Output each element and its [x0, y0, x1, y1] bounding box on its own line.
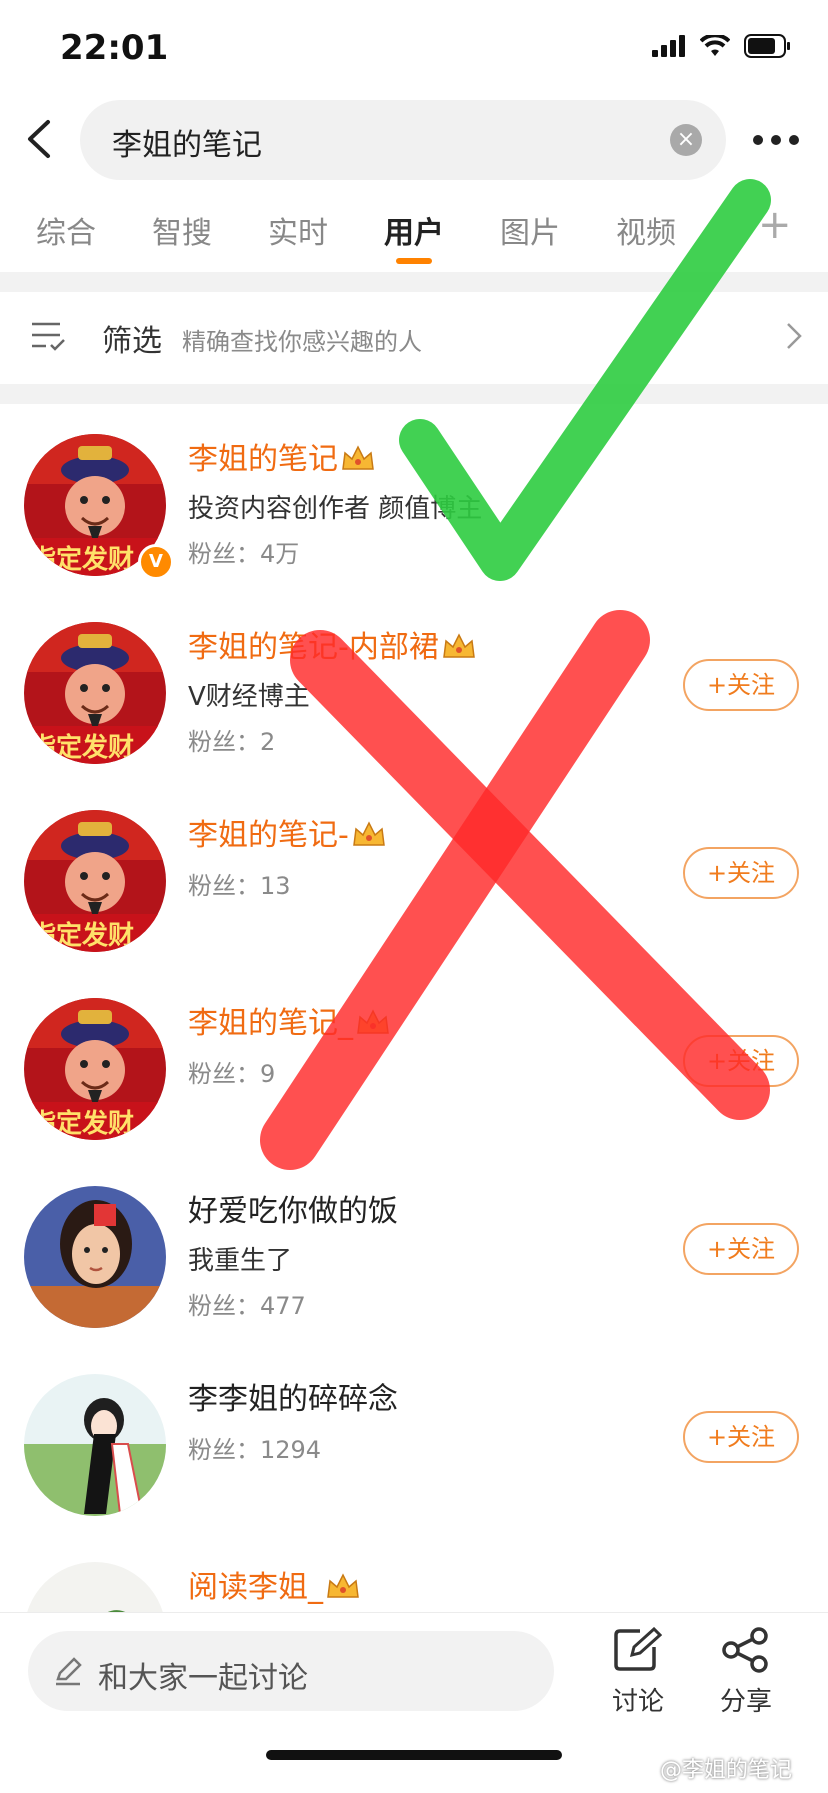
tab-smart-search[interactable]: 智搜: [152, 208, 212, 252]
comment-input[interactable]: 和大家一起讨论: [28, 1631, 554, 1711]
user-name-text: 李姐的笔记: [188, 442, 338, 477]
user-name[interactable]: 李姐的笔记_: [188, 998, 391, 1042]
user-name[interactable]: 好爱吃你做的饭: [188, 1186, 398, 1230]
search-input[interactable]: 李姐的笔记 ×: [80, 100, 726, 180]
avatar[interactable]: 指定发财: [24, 622, 166, 764]
user-description: V财经博主: [188, 682, 310, 712]
user-fans: 粉丝：477: [188, 1292, 306, 1320]
crown-icon: [342, 445, 374, 470]
search-query: 李姐的笔记: [112, 128, 262, 163]
discuss-label: 讨论: [611, 1687, 664, 1717]
chevron-right-icon: [787, 323, 802, 349]
user-name-text: 李姐的笔记-内部裙: [188, 630, 439, 665]
user-fans: 粉丝：4万: [188, 540, 300, 568]
user-name[interactable]: 阅读李姐_: [188, 1562, 361, 1606]
divider: [0, 384, 828, 404]
crown-icon: [327, 1573, 359, 1598]
filter-row[interactable]: 筛选 精确查找你感兴趣的人: [0, 292, 828, 384]
user-fans: 粉丝：1294: [188, 1436, 322, 1464]
status-time: 22:01: [60, 28, 169, 68]
svg-text:指定发财: 指定发财: [30, 1108, 134, 1139]
signal-icon: [652, 35, 685, 57]
active-tab-indicator: [396, 258, 432, 264]
tab-composite[interactable]: 综合: [36, 208, 96, 252]
share-icon: [722, 1627, 768, 1673]
follow-button[interactable]: +关注: [683, 659, 799, 711]
filter-list-icon: [32, 322, 65, 351]
user-name[interactable]: 李李姐的碎碎念: [188, 1374, 398, 1418]
crown-icon: [357, 1009, 389, 1034]
user-description: 我重生了: [188, 1246, 293, 1276]
user-name-text: 阅读李姐_: [188, 1570, 323, 1605]
svg-text:指定发财: 指定发财: [30, 732, 134, 763]
tab-bar: 综合 智搜 实时 用户 图片 视频 +: [0, 196, 828, 268]
user-name[interactable]: 李姐的笔记-内部裙: [188, 622, 477, 666]
user-description: 投资内容创作者 颜值博主: [188, 494, 483, 524]
svg-text:指定发财: 指定发财: [30, 544, 134, 575]
crown-icon: [352, 821, 385, 846]
divider: [0, 272, 828, 292]
follow-button[interactable]: +关注: [683, 1411, 799, 1463]
share-button[interactable]: 分享: [706, 1627, 786, 1718]
follow-button[interactable]: +关注: [683, 1223, 799, 1275]
crown-icon: [442, 633, 475, 658]
avatar[interactable]: 指定发财: [24, 810, 166, 952]
tab-users[interactable]: 用户: [384, 208, 444, 252]
user-result-1[interactable]: 指定发财 V 李姐的笔记 投资内容创作者 颜值博主 粉丝：4万: [0, 404, 828, 593]
verified-badge: V: [138, 544, 174, 580]
tab-videos[interactable]: 视频: [616, 208, 676, 252]
edit-icon: [614, 1626, 663, 1671]
status-icons: [652, 34, 792, 58]
avatar[interactable]: [24, 1186, 166, 1328]
comment-placeholder: 和大家一起讨论: [98, 1661, 308, 1696]
follow-button[interactable]: +关注: [683, 847, 799, 899]
home-indicator[interactable]: [266, 1750, 562, 1760]
watermark: @李姐的笔记: [660, 1758, 793, 1783]
discuss-button[interactable]: 讨论: [598, 1626, 678, 1718]
clear-icon[interactable]: ×: [670, 124, 702, 156]
user-name[interactable]: 李姐的笔记: [188, 434, 376, 478]
user-result-6[interactable]: 李李姐的碎碎念 粉丝：1294 +关注: [0, 1344, 828, 1533]
filter-label: 筛选: [102, 324, 162, 359]
user-fans: 粉丝：2: [188, 728, 276, 756]
pen-icon: [56, 1657, 82, 1686]
add-tab-button[interactable]: +: [758, 202, 792, 248]
follow-button[interactable]: +关注: [683, 1035, 799, 1087]
back-arrow-icon[interactable]: [20, 114, 60, 164]
user-result-4[interactable]: 指定发财 李姐的笔记_ 粉丝：9 +关注: [0, 968, 828, 1157]
status-bar: 22:01: [0, 0, 828, 96]
more-dots-icon[interactable]: [752, 134, 800, 146]
user-name-text: 李姐的笔记_: [188, 1006, 353, 1041]
user-name[interactable]: 李姐的笔记-: [188, 810, 387, 854]
tab-images[interactable]: 图片: [500, 208, 560, 252]
wifi-icon: [700, 35, 730, 56]
search-row: 李姐的笔记 ×: [0, 96, 828, 186]
share-label: 分享: [719, 1687, 772, 1717]
tab-realtime[interactable]: 实时: [268, 208, 328, 252]
battery-icon: [744, 34, 790, 58]
user-fans: 粉丝：9: [188, 1060, 276, 1088]
filter-description: 精确查找你感兴趣的人: [182, 328, 422, 356]
avatar[interactable]: [24, 1374, 166, 1516]
user-result-3[interactable]: 指定发财 李姐的笔记- 粉丝：13 +关注: [0, 780, 828, 969]
user-fans: 粉丝：13: [188, 872, 291, 900]
user-result-5[interactable]: 好爱吃你做的饭 我重生了 粉丝：477 +关注: [0, 1156, 828, 1345]
svg-text:指定发财: 指定发财: [30, 920, 134, 951]
user-result-2[interactable]: 指定发财 李姐的笔记-内部裙 V财经博主 粉丝：2 +关注: [0, 592, 828, 781]
avatar[interactable]: 指定发财: [24, 998, 166, 1140]
user-name-text: 李姐的笔记-: [188, 818, 349, 853]
